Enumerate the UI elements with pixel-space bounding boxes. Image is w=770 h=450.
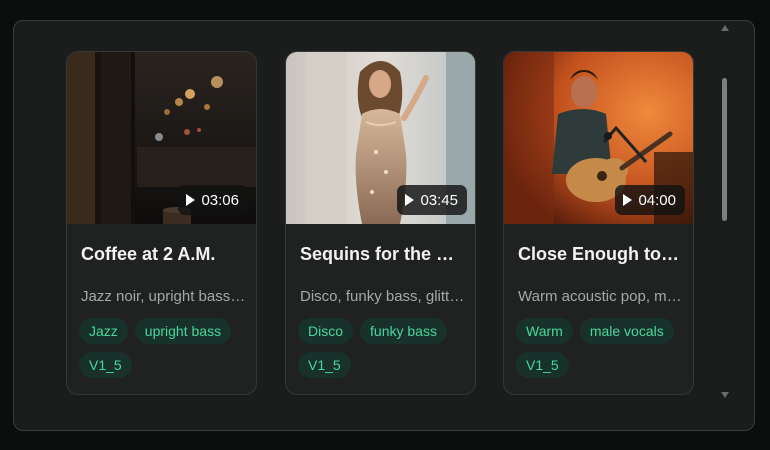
duration-play-button[interactable]: 03:45	[397, 185, 467, 215]
song-title[interactable]: Coffee at 2 A.M.	[81, 244, 246, 265]
song-cover-image[interactable]: 03:06	[67, 52, 256, 224]
song-description: Disco, funky bass, glittering dance floo…	[300, 288, 465, 305]
duration-label: 03:45	[420, 191, 458, 209]
play-icon	[186, 194, 196, 206]
scrollbar-thumb[interactable]	[722, 78, 727, 221]
instrument-tag[interactable]: funky bass	[360, 318, 447, 344]
duration-label: 03:06	[201, 191, 239, 209]
song-card[interactable]: 03:06 Coffee at 2 A.M. Jazz noir, uprigh…	[66, 51, 257, 395]
mood-tag[interactable]: Warm	[516, 318, 573, 344]
tag-list: Warm male vocals V1_5	[516, 318, 688, 378]
song-description: Jazz noir, upright bass, smoky late-nigh…	[81, 288, 246, 305]
song-title[interactable]: Sequins for the Saturday Night	[300, 244, 465, 265]
song-cover-image[interactable]: 04:00	[504, 52, 693, 224]
song-carousel-panel: 03:06 Coffee at 2 A.M. Jazz noir, uprigh…	[13, 20, 755, 431]
song-card[interactable]: 03:45 Sequins for the Saturday Night Dis…	[285, 51, 476, 395]
song-card[interactable]: 04:00 Close Enough to Home Warm acoustic…	[503, 51, 694, 395]
song-description: Warm acoustic pop, male vocals	[518, 288, 683, 305]
play-icon	[405, 194, 415, 206]
tag-list: Disco funky bass V1_5	[298, 318, 470, 378]
duration-play-button[interactable]: 03:06	[178, 185, 248, 215]
song-title[interactable]: Close Enough to Home	[518, 244, 683, 265]
genre-tag[interactable]: Jazz	[79, 318, 128, 344]
play-icon	[623, 194, 633, 206]
scroll-down-arrow-icon[interactable]	[721, 392, 729, 398]
scroll-up-arrow-icon[interactable]	[721, 25, 729, 31]
tag-list: Jazz upright bass V1_5	[79, 318, 251, 378]
vocals-tag[interactable]: male vocals	[579, 318, 674, 344]
duration-label: 04:00	[638, 191, 676, 209]
duration-play-button[interactable]: 04:00	[615, 185, 685, 215]
version-tag[interactable]: V1_5	[79, 352, 132, 378]
genre-tag[interactable]: Disco	[298, 318, 354, 344]
song-cover-image[interactable]: 03:45	[286, 52, 475, 224]
version-tag[interactable]: V1_5	[516, 352, 569, 378]
version-tag[interactable]: V1_5	[298, 352, 351, 378]
instrument-tag[interactable]: upright bass	[134, 318, 232, 344]
